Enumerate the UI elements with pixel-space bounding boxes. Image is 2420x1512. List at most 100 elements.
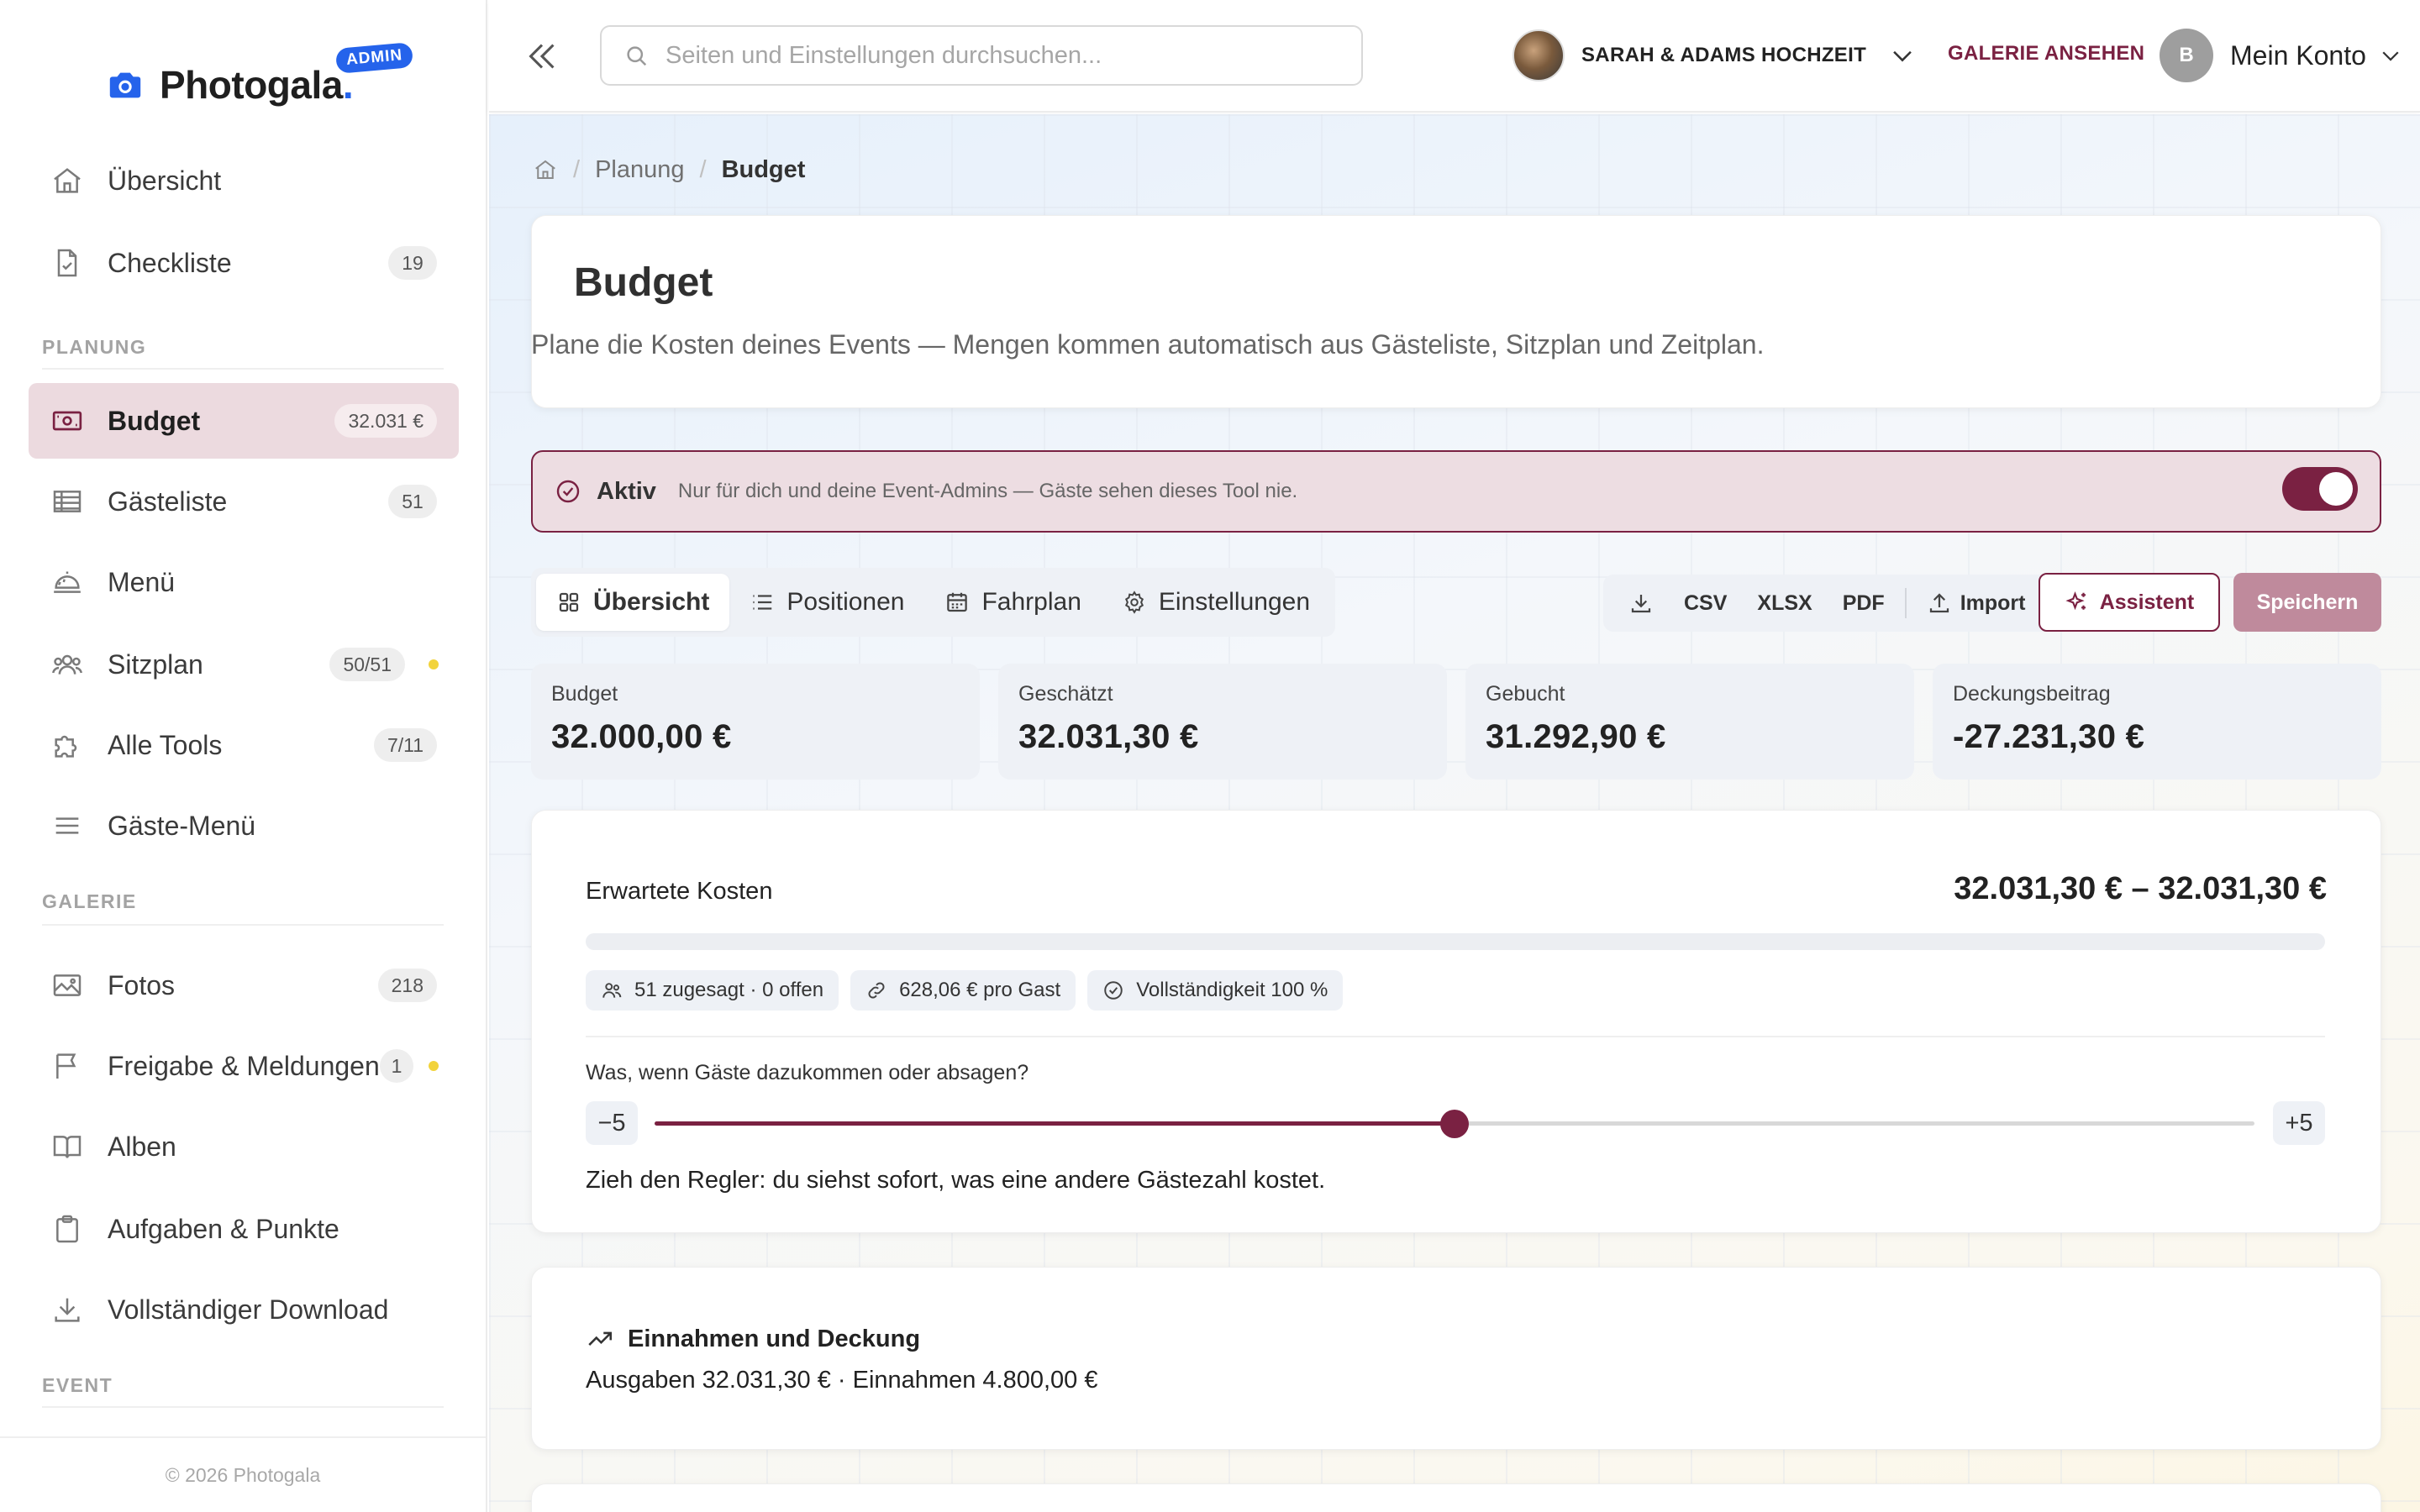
slider-min-button[interactable]: −5: [586, 1101, 638, 1145]
sidebar-item-download[interactable]: Vollständiger Download: [29, 1272, 459, 1347]
chip-label: 628,06 € pro Gast: [899, 979, 1061, 1001]
chip-per-guest: 628,06 € pro Gast: [850, 970, 1076, 1011]
slider-max-button[interactable]: +5: [2273, 1101, 2325, 1145]
tab-uebersicht[interactable]: Übersicht: [536, 574, 730, 631]
sidebar-item-sitzplan[interactable]: Sitzplan 50/51: [29, 627, 459, 702]
stat-card-geschaetzt: Geschätzt 32.031,30 €: [998, 664, 1447, 780]
event-selector[interactable]: SARAH & ADAMS HOCHZEIT: [1512, 27, 1917, 84]
home-icon[interactable]: [533, 157, 558, 182]
book-icon: [53, 1136, 82, 1158]
avatar: B: [2160, 29, 2213, 82]
export-xlsx-button[interactable]: XLSX: [1742, 578, 1827, 628]
count-badge: 1: [380, 1049, 413, 1083]
sidebar-item-budget[interactable]: Budget 32.031 €: [29, 383, 459, 459]
main-content: / Planung / Budget Budget Plane die Kost…: [489, 114, 2420, 1512]
save-button[interactable]: Speichern: [2233, 573, 2381, 632]
search-input[interactable]: [666, 41, 1321, 70]
sidebar-item-gaesteliste[interactable]: Gästeliste 51: [29, 464, 459, 539]
collapse-sidebar-button[interactable]: [523, 37, 561, 76]
income-card: Einnahmen und Deckung Ausgaben 32.031,30…: [531, 1267, 2381, 1450]
expected-costs-card: Erwartete Kosten 32.031,30 € – 32.031,30…: [531, 810, 2381, 1233]
section-label-galerie: GALERIE: [42, 890, 137, 912]
slider-thumb[interactable]: [1440, 1110, 1469, 1138]
count-badge: 51: [388, 485, 437, 518]
tab-einstellungen[interactable]: Einstellungen: [1102, 574, 1330, 631]
toggle-knob: [2319, 472, 2353, 506]
stat-value: 31.292,90 €: [1486, 718, 1666, 755]
assistant-label: Assistent: [2099, 590, 2195, 614]
page-subtitle: Plane die Kosten deines Events — Mengen …: [531, 329, 1765, 360]
stat-value: -27.231,30 €: [1953, 718, 2145, 755]
costs-chips: 51 zugesagt · 0 offen 628,06 € pro Gast …: [586, 970, 1355, 1011]
costs-range: 32.031,30 € – 32.031,30 €: [1954, 871, 2327, 906]
sidebar-item-label: Gästeliste: [108, 486, 228, 517]
tab-fahrplan[interactable]: Fahrplan: [924, 574, 1101, 631]
search-field[interactable]: [600, 25, 1363, 86]
grid-icon: [559, 592, 579, 612]
sidebar-item-alle-tools[interactable]: Alle Tools 7/11: [29, 707, 459, 783]
income-title-row: Einnahmen und Deckung: [586, 1325, 920, 1353]
link-icon: [868, 982, 885, 999]
account-menu[interactable]: B Mein Konto: [2160, 27, 2403, 84]
export-pdf-button[interactable]: PDF: [1828, 578, 1900, 628]
sidebar-footer: © 2026 Photogala: [0, 1436, 486, 1512]
stat-card-deckungsbeitrag: Deckungsbeitrag -27.231,30 €: [1933, 664, 2381, 780]
stat-card-budget: Budget 32.000,00 €: [531, 664, 980, 780]
sidebar-item-label: Gäste-Menü: [108, 810, 256, 841]
export-toolbar: CSV XLSX PDF Import: [1603, 575, 2051, 632]
tab-positionen[interactable]: Positionen: [729, 574, 924, 631]
brand-logo[interactable]: Photogala. ADMIN: [106, 42, 414, 114]
section-divider: [42, 1406, 444, 1408]
chip-guests: 51 zugesagt · 0 offen: [586, 970, 839, 1011]
sidebar-item-checkliste[interactable]: Checkliste 19: [29, 225, 459, 301]
flag-icon: [56, 1053, 76, 1079]
chip-label: Vollständigkeit 100 %: [1136, 979, 1328, 1001]
table-icon: [53, 491, 82, 512]
sidebar-item-gaeste-menue[interactable]: Gäste-Menü: [29, 788, 459, 864]
view-gallery-link[interactable]: GALERIE ANSEHEN: [1948, 42, 2144, 66]
chip-completeness: Vollständigkeit 100 %: [1087, 970, 1344, 1011]
menu-lines-icon: [55, 817, 79, 834]
breadcrumb-link[interactable]: Planung: [595, 156, 684, 184]
count-badge: 50/51: [329, 648, 405, 681]
slider-fill: [655, 1121, 1455, 1126]
sidebar-item-alben[interactable]: Alben: [29, 1109, 459, 1184]
sidebar-item-freigabe[interactable]: Freigabe & Meldungen 1: [29, 1028, 459, 1104]
sidebar-item-label: Sitzplan: [108, 648, 203, 680]
home-icon: [54, 168, 81, 193]
breadcrumb-separator: /: [573, 155, 581, 183]
amount-badge: 32.031 €: [334, 404, 437, 438]
download-button[interactable]: [1613, 578, 1669, 628]
notification-dot: [429, 1061, 439, 1071]
assistant-button[interactable]: Assistent: [2039, 573, 2220, 632]
slider-track[interactable]: [655, 1110, 2254, 1138]
calendar-icon: [947, 592, 968, 612]
stat-label: Geschätzt: [1018, 682, 1113, 706]
checklist-icon: [57, 249, 77, 277]
sparkles-icon: [2065, 591, 2086, 611]
tab-label: Einstellungen: [1158, 588, 1311, 616]
sidebar-item-aufgaben[interactable]: Aufgaben & Punkte: [29, 1191, 459, 1267]
notification-dot: [429, 659, 439, 669]
image-icon: [53, 974, 82, 996]
sidebar-item-fotos[interactable]: Fotos 218: [29, 948, 459, 1023]
sidebar: Photogala. ADMIN Übersicht Checkliste 19…: [0, 0, 487, 1512]
import-button[interactable]: Import: [1912, 578, 2041, 628]
sidebar-item-label: Fotos: [108, 969, 176, 1000]
cloche-icon: [54, 571, 81, 593]
toolbar-divider: [1904, 588, 1907, 618]
page-title: Budget: [574, 260, 713, 305]
people-icon: [602, 983, 622, 998]
count-badge: 7/11: [373, 728, 437, 762]
active-toggle[interactable]: [2282, 467, 2358, 511]
costs-range-bar: [586, 933, 2325, 950]
sidebar-item-menue[interactable]: Menü: [29, 544, 459, 620]
chip-label: 51 zugesagt · 0 offen: [634, 979, 824, 1001]
sidebar-item-label: Freigabe & Meldungen: [108, 1050, 380, 1081]
whatif-question: Was, wenn Gäste dazukommen oder absagen?: [586, 1061, 1029, 1084]
export-csv-button[interactable]: CSV: [1669, 578, 1742, 628]
breadcrumb-current: Budget: [721, 155, 806, 183]
sidebar-item-uebersicht[interactable]: Übersicht: [29, 143, 459, 218]
slider-hint: Zieh den Regler: du siehst sofort, was e…: [586, 1167, 1326, 1194]
stat-label: Deckungsbeitrag: [1953, 682, 2111, 706]
